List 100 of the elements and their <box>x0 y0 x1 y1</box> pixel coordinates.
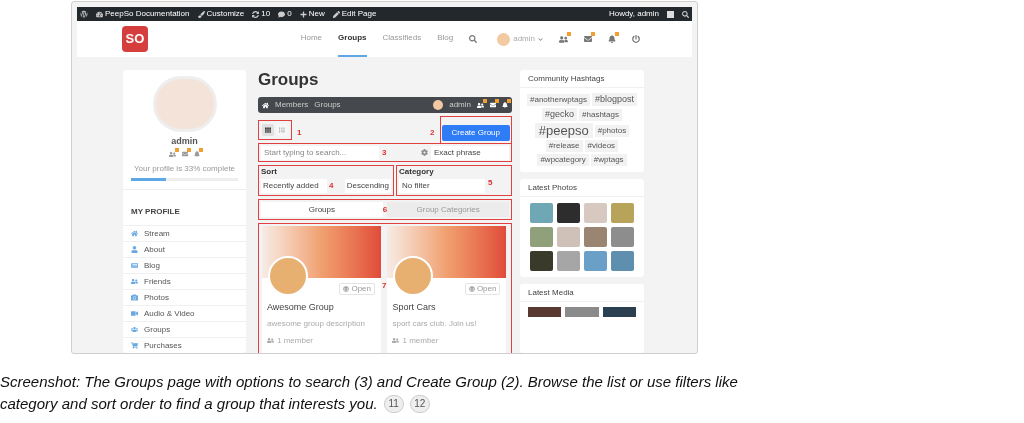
user-name[interactable]: admin <box>449 99 471 111</box>
site-logo[interactable]: SO <box>122 26 148 52</box>
hashtag-chip[interactable]: #photos <box>594 124 630 137</box>
user-icon <box>131 246 138 253</box>
groups-nav-link[interactable]: Members <box>275 99 309 111</box>
admin-bar-link[interactable]: 10 <box>261 8 271 20</box>
dashboard-icon <box>96 10 103 18</box>
groups-nav-link[interactable]: Groups <box>314 99 341 111</box>
comment-icon <box>278 10 286 18</box>
avatar-placeholder <box>393 256 434 296</box>
wordpress-icon[interactable] <box>80 10 88 18</box>
hashtag-chip[interactable]: #gecko <box>542 108 578 121</box>
cart-icon <box>131 342 138 349</box>
list-icon <box>279 127 285 133</box>
callout-number: 3 <box>382 148 387 157</box>
sort-order-select[interactable]: Recently added <box>261 179 327 193</box>
avatar-placeholder <box>268 256 308 296</box>
hashtag-chip[interactable]: #blogpost <box>591 93 637 106</box>
callout-number: 2 <box>430 128 435 137</box>
sort-direction-select[interactable]: Descending <box>344 179 391 193</box>
hashtag-chip[interactable]: #peepso <box>534 123 593 138</box>
bell-icon[interactable] <box>608 35 616 43</box>
member-count: 1 member <box>402 334 439 347</box>
settings-icon[interactable] <box>421 149 428 156</box>
hashtag-chip[interactable]: #wpcategory <box>537 154 589 166</box>
hashtag-chip[interactable]: #videos <box>584 140 619 152</box>
mail-icon[interactable] <box>584 35 592 43</box>
hashtag-chip[interactable]: #anotherwptags <box>527 93 590 106</box>
profile-menu-item[interactable]: Blog <box>123 257 246 273</box>
video-icon <box>131 310 138 317</box>
members-icon <box>392 337 400 344</box>
profile-menu-item[interactable]: Photos <box>123 289 246 305</box>
caret-icon[interactable] <box>538 36 543 42</box>
profile-menu-item[interactable]: Stream <box>123 225 246 241</box>
category-label: Category <box>399 166 435 178</box>
members-icon <box>267 337 274 344</box>
photo-placeholder[interactable] <box>557 203 580 223</box>
avatar-placeholder <box>152 76 217 132</box>
profile-menu-item[interactable]: Purchases <box>123 337 246 353</box>
greeting-link[interactable]: Howdy, admin <box>608 8 659 20</box>
create-group-button[interactable]: Create Group <box>441 125 510 141</box>
profile-progress-text: Your profile is 33% complete <box>133 163 236 176</box>
group-card[interactable]: Open Sport Cars sport cars club. Join us! 1 member <box>387 226 507 353</box>
profile-menu-item[interactable]: Groups <box>123 321 246 337</box>
admin-bar-link[interactable]: Edit Page <box>341 8 377 20</box>
photo-placeholder[interactable] <box>530 251 553 271</box>
callout-number: 7 <box>382 281 387 290</box>
grid-icon <box>265 127 271 133</box>
friends-icon <box>131 278 138 285</box>
newspaper-icon <box>131 262 138 269</box>
admin-bar-link[interactable]: New <box>308 8 325 20</box>
footnote-link[interactable]: 11 <box>383 395 404 413</box>
group-name[interactable]: Awesome Group <box>262 301 381 315</box>
friends-icon[interactable] <box>477 101 484 109</box>
profile-menu-item[interactable]: Audio & Video <box>123 305 246 321</box>
video-placeholder[interactable] <box>528 307 562 317</box>
nav-link[interactable]: Groups <box>338 21 367 57</box>
avatar-icon[interactable] <box>433 100 444 110</box>
admin-bar-link[interactable]: PeepSo Documentation <box>105 8 190 20</box>
friends-icon[interactable] <box>559 34 568 44</box>
callout-number: 5 <box>488 179 493 187</box>
avatar-icon[interactable] <box>667 10 674 18</box>
profile-menu-item[interactable]: Friends <box>123 273 246 289</box>
bell-icon[interactable] <box>502 102 508 108</box>
power-icon[interactable] <box>632 35 640 43</box>
grid-view-button[interactable] <box>262 124 274 136</box>
callout-number: 1 <box>297 128 302 137</box>
search-icon[interactable] <box>682 10 689 18</box>
globe-icon <box>343 286 350 292</box>
hashtag-chip[interactable]: #wptags <box>590 154 627 166</box>
admin-bar-link[interactable]: Customize <box>206 8 245 20</box>
profile-menu-item[interactable]: About <box>123 241 246 257</box>
brush-icon <box>197 10 205 18</box>
card-title: Community Hashtags <box>528 72 605 85</box>
pencil-icon <box>332 10 340 18</box>
search-mode-select[interactable]: Exact phrase <box>431 145 509 160</box>
tab[interactable]: Groups <box>261 202 383 217</box>
group-name[interactable]: Sport Cars <box>387 301 507 315</box>
search-icon[interactable] <box>469 35 478 43</box>
group-description: sport cars club. Join us! <box>391 317 478 330</box>
search-field[interactable]: Start typing to search... <box>261 145 379 160</box>
profile-name[interactable]: admin <box>171 134 198 149</box>
card-title: Latest Media <box>528 286 574 299</box>
admin-bar-link[interactable]: 0 <box>287 8 292 20</box>
privacy-badge: Open <box>464 283 501 295</box>
group-card[interactable]: Open Awesome Group awesome group description 1 member <box>262 226 381 353</box>
mail-icon[interactable] <box>182 151 188 158</box>
member-count: 1 member <box>277 334 313 347</box>
card-title: Latest Photos <box>528 181 577 194</box>
footnote-link[interactable]: 12 <box>409 395 430 413</box>
callout-number: 4 <box>329 182 334 190</box>
globe-icon <box>468 286 475 292</box>
caption-text: category and sort order to find a group that interests you. <box>0 394 378 414</box>
video-placeholder[interactable] <box>602 307 636 317</box>
category-select[interactable]: No filter <box>399 179 485 193</box>
callout-number: 6 <box>382 205 388 214</box>
hashtag-chip[interactable]: #hashtags <box>579 108 622 121</box>
hashtag-chip[interactable]: #release <box>545 140 583 152</box>
home-icon[interactable] <box>262 101 269 109</box>
mail-icon[interactable] <box>490 102 496 108</box>
